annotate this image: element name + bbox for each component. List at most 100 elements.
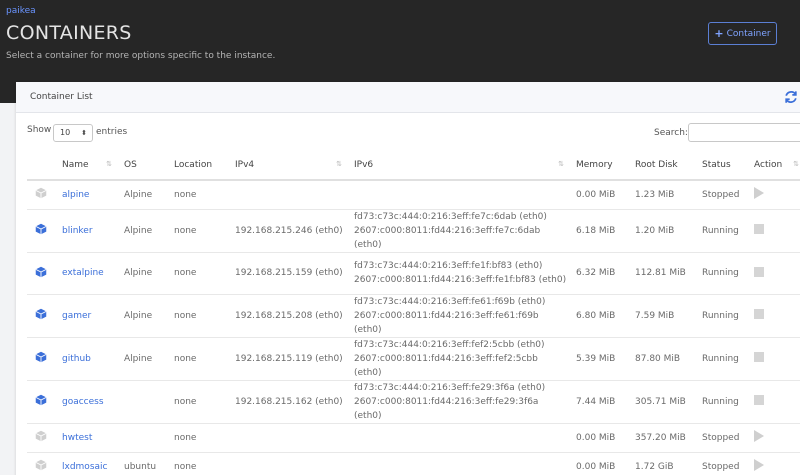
table-row[interactable]: hwtest none 0.00 MiB 357.20 MiB Stopped <box>27 423 800 453</box>
action-cell <box>746 452 800 475</box>
add-container-button[interactable]: + Container <box>708 22 777 45</box>
status-cell: Running <box>694 252 746 295</box>
select-arrows-icon: ⬍ <box>81 129 87 137</box>
stop-icon[interactable] <box>754 224 764 234</box>
container-cube-icon <box>27 209 54 253</box>
stop-icon[interactable] <box>754 266 764 277</box>
disk-cell: 7.59 MiB <box>627 294 694 338</box>
container-name-link[interactable]: gamer <box>62 311 91 321</box>
col-action[interactable]: Action ⇅ <box>746 150 800 181</box>
ipv4-cell <box>227 180 346 210</box>
memory-cell: 0.00 MiB <box>568 452 627 475</box>
table-row[interactable]: gamer Alpine none 192.168.215.208 (eth0)… <box>27 294 800 338</box>
stop-icon[interactable] <box>754 395 764 405</box>
stop-icon[interactable] <box>754 309 764 319</box>
container-table: Name ⇅ OS Location IPv4 ⇅ IPv6 ⇅ Memory Roo… <box>27 150 800 475</box>
sort-icon: ⇅ <box>558 160 564 168</box>
ipv4-cell: 192.168.215.208 (eth0) <box>227 294 346 338</box>
entries-select[interactable]: 10 ⬍ <box>53 124 93 142</box>
location-cell: none <box>166 209 227 253</box>
col-memory[interactable]: Memory <box>568 150 627 181</box>
table-row[interactable]: github Alpine none 192.168.215.119 (eth0… <box>27 337 800 381</box>
container-name-link[interactable]: goaccess <box>62 397 104 407</box>
table-row[interactable]: goaccess none 192.168.215.162 (eth0) fd7… <box>27 380 800 424</box>
search-input[interactable] <box>688 123 800 142</box>
ipv4-cell <box>227 423 346 453</box>
status-cell: Running <box>694 294 746 338</box>
memory-cell: 0.00 MiB <box>568 180 627 210</box>
entries-label: entries <box>96 127 128 137</box>
ipv6-address: fd73:c73c:444:0:216:3eff:fe1f:bf83 (eth0… <box>354 261 543 271</box>
action-cell <box>746 180 800 210</box>
page-title: CONTAINERS <box>6 22 132 44</box>
sort-icon: ⇅ <box>336 160 342 168</box>
col-root-disk[interactable]: Root Disk <box>627 150 694 181</box>
os-cell: Alpine <box>116 180 166 210</box>
play-icon[interactable] <box>754 187 764 200</box>
ipv6-address: 2607:c000:8011:fd44:216:3eff:fe7c:6dab (… <box>354 225 541 250</box>
action-cell <box>746 380 800 424</box>
container-name-link[interactable]: alpine <box>62 190 89 200</box>
action-cell <box>746 252 800 295</box>
ipv4-cell: 192.168.215.119 (eth0) <box>227 337 346 381</box>
location-cell: none <box>166 337 227 381</box>
action-cell <box>746 209 800 253</box>
col-os[interactable]: OS <box>116 150 166 181</box>
table-row[interactable]: extalpine Alpine none 192.168.215.159 (e… <box>27 252 800 295</box>
table-row[interactable]: alpine Alpine none 0.00 MiB 1.23 MiB Sto… <box>27 180 800 210</box>
play-icon[interactable] <box>754 459 764 471</box>
memory-cell: 5.39 MiB <box>568 337 627 381</box>
stop-icon[interactable] <box>754 352 764 362</box>
container-name-link[interactable]: blinker <box>62 226 93 236</box>
disk-cell: 357.20 MiB <box>627 423 694 453</box>
container-name-link[interactable]: github <box>62 354 91 364</box>
location-cell: none <box>166 180 227 210</box>
col-ipv4[interactable]: IPv4 ⇅ <box>227 150 346 181</box>
refresh-icon[interactable] <box>784 90 798 104</box>
col-name[interactable]: Name ⇅ <box>54 150 116 181</box>
location-cell: none <box>166 294 227 338</box>
ipv6-address: 2607:c000:8011:fd44:216:3eff:fe1f:bf83 (… <box>354 275 567 285</box>
container-cube-icon <box>27 180 54 210</box>
location-cell: none <box>166 252 227 295</box>
container-name-link[interactable]: hwtest <box>62 433 92 443</box>
container-cube-icon <box>27 380 54 424</box>
container-name-link[interactable]: extalpine <box>62 268 104 278</box>
location-cell: none <box>166 380 227 424</box>
search-label: Search: <box>654 128 688 138</box>
breadcrumb-host[interactable]: paikea <box>6 6 36 16</box>
col-ipv6[interactable]: IPv6 ⇅ <box>346 150 568 181</box>
container-cube-icon <box>27 452 54 475</box>
container-cube-icon <box>27 252 54 295</box>
container-cube-icon <box>27 337 54 381</box>
container-cube-icon <box>27 294 54 338</box>
ipv6-address: fd73:c73c:444:0:216:3eff:fe7c:6dab (eth0… <box>354 211 547 222</box>
disk-cell: 305.71 MiB <box>627 380 694 424</box>
table-row[interactable]: blinker Alpine none 192.168.215.246 (eth… <box>27 209 800 253</box>
sort-icon: ⇅ <box>106 160 112 168</box>
location-cell: none <box>166 452 227 475</box>
ipv4-cell: 192.168.215.162 (eth0) <box>227 380 346 424</box>
page-subtitle: Select a container for more options spec… <box>6 51 276 61</box>
action-cell <box>746 423 800 453</box>
disk-cell: 112.81 MiB <box>627 252 694 295</box>
ipv6-address: 2607:c000:8011:fd44:216:3eff:fe61:f69b (… <box>354 310 539 335</box>
col-location[interactable]: Location <box>166 150 227 181</box>
container-cube-icon <box>27 423 54 453</box>
play-icon[interactable] <box>754 430 764 442</box>
location-cell: none <box>166 423 227 453</box>
col-status[interactable]: Status <box>694 150 746 181</box>
ipv6-cell: fd73:c73c:444:0:216:3eff:fef2:5cbb (eth0… <box>346 337 568 381</box>
ipv6-cell <box>346 180 568 210</box>
memory-cell: 6.80 MiB <box>568 294 627 338</box>
table-row[interactable]: lxdmosaic ubuntu none 0.00 MiB 1.72 GiB … <box>27 452 800 475</box>
status-cell: Running <box>694 209 746 253</box>
card-title: Container List <box>30 92 93 102</box>
ipv6-cell <box>346 452 568 475</box>
container-name-link[interactable]: lxdmosaic <box>62 462 107 472</box>
memory-cell: 6.32 MiB <box>568 252 627 295</box>
ipv4-cell: 192.168.215.246 (eth0) <box>227 209 346 253</box>
os-cell: Alpine <box>116 252 166 295</box>
action-cell <box>746 294 800 338</box>
status-cell: Running <box>694 337 746 381</box>
